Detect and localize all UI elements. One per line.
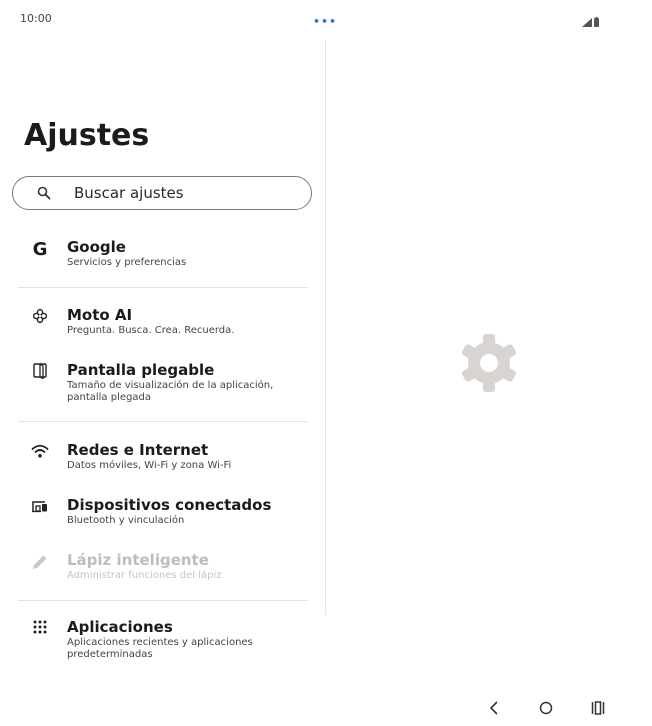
pane-divider [325, 40, 326, 615]
settings-list-pane: Ajustes Buscar ajustes G Google Servicio… [0, 0, 325, 690]
navigation-bar [0, 690, 652, 726]
battery-icon [594, 12, 600, 31]
settings-item-subtitle: Bluetooth y vinculación [67, 515, 185, 526]
wifi-icon [18, 441, 62, 459]
back-icon[interactable] [482, 698, 506, 718]
divider [18, 600, 308, 601]
signal-icon [582, 12, 592, 31]
google-letter: G [32, 239, 48, 260]
settings-screen: 10:00 ••• Ajustes Buscar ajustes G Googl… [0, 0, 652, 726]
foldable-display-icon [18, 361, 62, 379]
settings-item-title: Aplicaciones [67, 618, 173, 636]
status-icons [582, 12, 600, 31]
settings-item-subtitle: Pregunta. Busca. Crea. Recuerda. [67, 325, 235, 336]
divider [18, 287, 308, 288]
search-icon [36, 185, 52, 201]
moto-ai-icon [18, 306, 62, 324]
settings-item-smart-pen: Lápiz inteligente Administrar funciones … [18, 551, 308, 582]
settings-item-title: Redes e Internet [67, 441, 209, 459]
pen-icon [18, 551, 62, 571]
settings-item-title: Dispositivos conectados [67, 496, 272, 514]
settings-item-title: Pantalla plegable [67, 361, 215, 379]
settings-item-title: Moto AI [67, 306, 133, 324]
page-title: Ajustes [24, 118, 150, 153]
settings-item-connected-devices[interactable]: Dispositivos conectados Bluetooth y vinc… [18, 496, 308, 527]
settings-item-subtitle: Tamaño de visualización de la aplicación… [67, 380, 274, 403]
settings-item-subtitle: Administrar funciones del lápiz [67, 570, 222, 581]
settings-item-apps[interactable]: Aplicaciones Aplicaciones recientes y ap… [18, 618, 308, 661]
settings-gear-icon [459, 333, 519, 397]
settings-item-google[interactable]: G Google Servicios y preferencias [18, 238, 308, 269]
apps-grid-icon [18, 618, 62, 634]
settings-item-title: Lápiz inteligente [67, 551, 209, 569]
settings-item-subtitle: Servicios y preferencias [67, 257, 187, 268]
settings-item-subtitle: Aplicaciones recientes y aplicaciones pr… [67, 637, 253, 660]
settings-item-subtitle: Datos móviles, Wi-Fi y zona Wi-Fi [67, 460, 232, 471]
search-placeholder: Buscar ajustes [74, 184, 184, 202]
recents-icon[interactable] [586, 698, 610, 718]
connected-devices-icon [18, 496, 62, 514]
settings-item-foldable-display[interactable]: Pantalla plegable Tamaño de visualizació… [18, 361, 308, 404]
google-icon: G [18, 238, 62, 260]
settings-item-network[interactable]: Redes e Internet Datos móviles, Wi-Fi y … [18, 441, 308, 472]
settings-item-title: Google [67, 238, 126, 256]
divider [18, 421, 308, 422]
search-input[interactable]: Buscar ajustes [12, 176, 312, 210]
home-icon[interactable] [534, 698, 558, 718]
settings-item-moto-ai[interactable]: Moto AI Pregunta. Busca. Crea. Recuerda. [18, 306, 308, 337]
